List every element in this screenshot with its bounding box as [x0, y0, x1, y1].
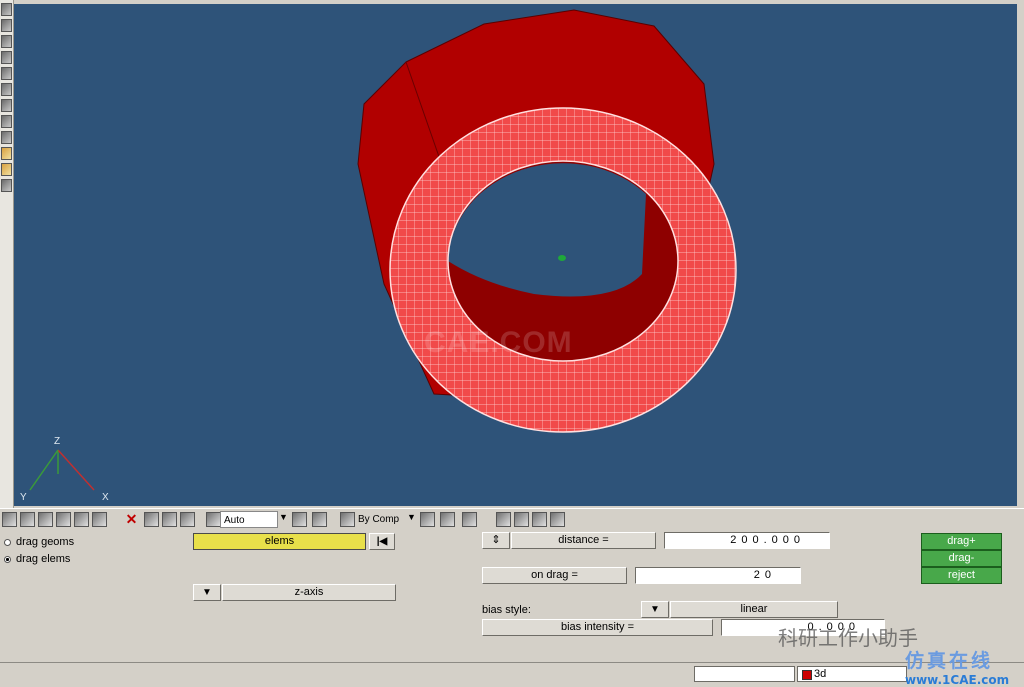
save-icon[interactable] — [56, 512, 71, 527]
tool-icon[interactable] — [1, 83, 12, 96]
model-view: Z Y X — [14, 4, 1017, 506]
overlay-watermark: 科研工作小助手 — [778, 626, 918, 650]
wireframe-icon[interactable] — [420, 512, 435, 527]
select-icon[interactable] — [2, 512, 17, 527]
ring-face-mesh — [14, 4, 1017, 506]
shaded-icon[interactable] — [440, 512, 455, 527]
radio-button[interactable] — [4, 555, 11, 563]
edit-icon[interactable] — [20, 512, 35, 527]
reset-selection-button[interactable]: |◀ — [369, 533, 395, 550]
bias-style-value[interactable]: linear — [670, 601, 838, 618]
view-toolbar: ✕ Auto ▼ By Comp ▼ — [0, 508, 1024, 532]
on-drag-input[interactable]: 20 — [635, 567, 801, 584]
axis-z-label: Z — [54, 436, 60, 447]
tool-icon[interactable] — [1, 67, 12, 80]
drag-minus-button[interactable]: drag- — [921, 550, 1002, 567]
status-bar: 3d — [0, 662, 1024, 685]
distance-input[interactable]: 200.000 — [664, 532, 830, 549]
watermark-text: CAE.COM — [424, 326, 573, 359]
drag-plus-button[interactable]: drag+ — [921, 533, 1002, 550]
group-icon[interactable] — [532, 512, 547, 527]
chevron-down-icon[interactable]: ▼ — [407, 512, 416, 522]
distance-toggle-button[interactable]: ⇕ — [482, 532, 510, 549]
mask-icon[interactable] — [162, 512, 177, 527]
tool-icon[interactable] — [1, 99, 12, 112]
color-icon[interactable] — [340, 512, 355, 527]
axis-x-label: X — [102, 492, 109, 503]
radio-drag-geoms[interactable]: drag geoms — [4, 536, 74, 548]
elems-selector-button[interactable]: elems — [193, 533, 366, 550]
radio-button[interactable] — [4, 538, 11, 546]
mesh-icon[interactable] — [180, 512, 195, 527]
render-icon[interactable] — [312, 512, 327, 527]
import-icon[interactable] — [74, 512, 89, 527]
pick-mode-combo[interactable]: Auto — [220, 511, 278, 528]
logo-url-text: www.1CAE.com — [905, 673, 1010, 687]
bc-icon[interactable] — [1, 163, 12, 176]
folder-icon[interactable] — [38, 512, 53, 527]
tool-icon[interactable] — [1, 3, 12, 16]
direction-dropdown-button[interactable]: ▼ — [193, 584, 221, 601]
color-mode-combo[interactable]: By Comp — [355, 511, 407, 528]
pick-icon[interactable] — [206, 512, 221, 527]
axis-y-label: Y — [20, 492, 27, 503]
tool-icon[interactable] — [1, 51, 12, 64]
bias-intensity-label-button[interactable]: bias intensity = — [482, 619, 713, 636]
tool-icon[interactable] — [1, 19, 12, 32]
logo-cn-text: 仿真在线 — [905, 650, 994, 672]
bias-style-dropdown[interactable]: ▼ — [641, 601, 669, 618]
left-toolbar — [0, 0, 14, 508]
center-node-marker — [558, 255, 566, 261]
solid-icon[interactable] — [514, 512, 529, 527]
tool-icon[interactable] — [1, 35, 12, 48]
glasses-icon[interactable] — [550, 512, 565, 527]
component-color-swatch — [802, 670, 812, 680]
delete-icon[interactable]: ✕ — [124, 512, 139, 527]
graphics-viewport[interactable]: Z Y X CAE.COM — [14, 4, 1017, 506]
status-field — [694, 666, 795, 682]
plane-icon[interactable] — [462, 512, 477, 527]
tool-icon[interactable] — [1, 115, 12, 128]
radio-label: drag elems — [16, 553, 71, 565]
radio-drag-elems[interactable]: drag elems — [4, 553, 70, 565]
tool-icon[interactable] — [1, 179, 12, 192]
site-logo: 仿真在线 www.1CAE.com — [905, 646, 1009, 687]
current-component-field[interactable]: 3d — [797, 666, 907, 682]
export-icon[interactable] — [92, 512, 107, 527]
view-icon[interactable] — [292, 512, 307, 527]
tool-icon[interactable] — [1, 131, 12, 144]
z-axis-button[interactable]: z-axis — [222, 584, 396, 601]
box-icon[interactable] — [496, 512, 511, 527]
component-name: 3d — [814, 668, 827, 680]
reject-button[interactable]: reject — [921, 567, 1002, 584]
bias-style-label: bias style: — [482, 604, 531, 616]
copy-icon[interactable] — [144, 512, 159, 527]
bc-icon[interactable] — [1, 147, 12, 160]
on-drag-label-button[interactable]: on drag = — [482, 567, 627, 584]
radio-label: drag geoms — [16, 536, 75, 548]
chevron-down-icon[interactable]: ▼ — [279, 512, 288, 522]
distance-label-button[interactable]: distance = — [511, 532, 656, 549]
